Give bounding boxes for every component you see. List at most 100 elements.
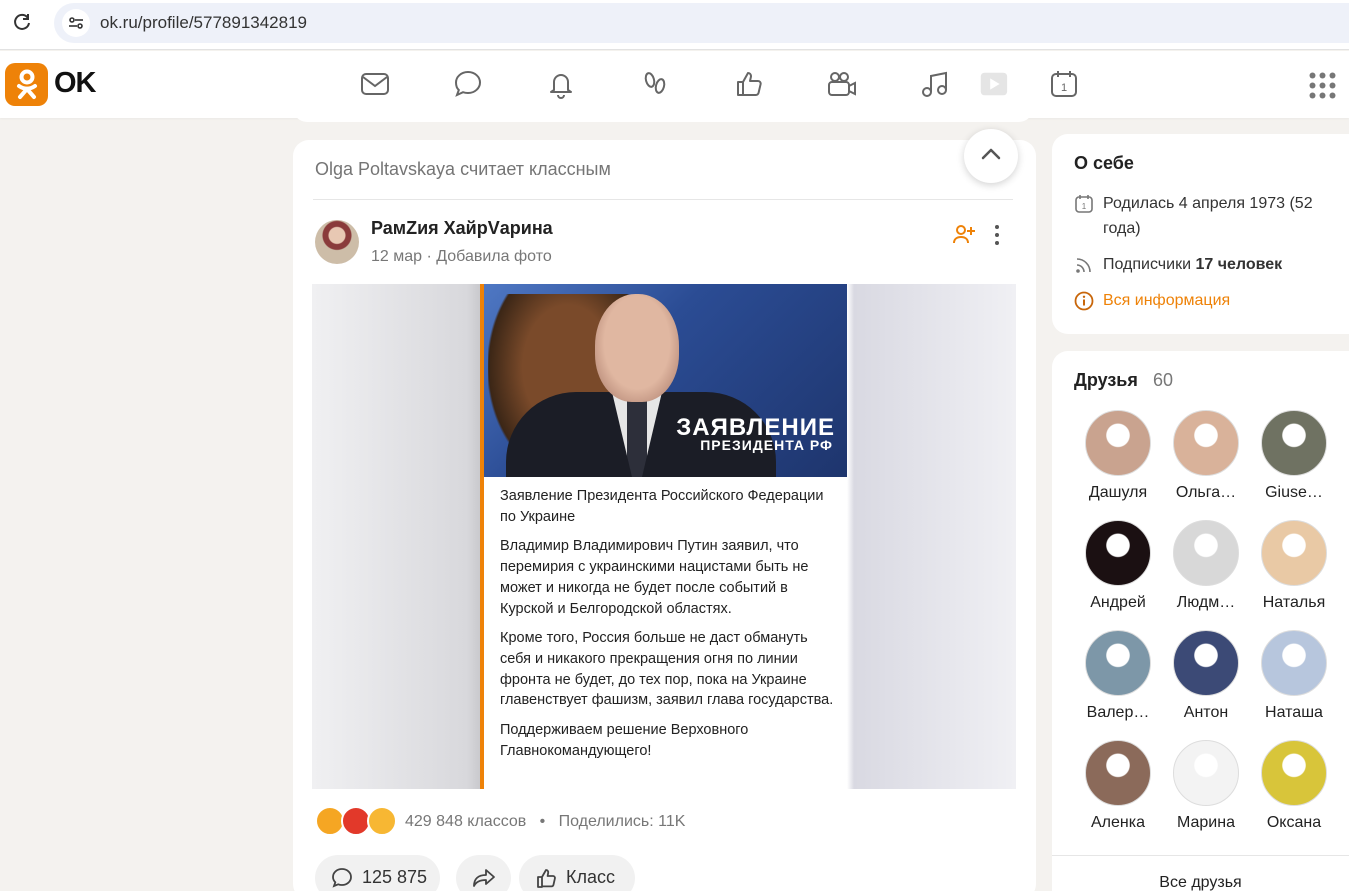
video-play-icon[interactable] <box>977 68 1011 100</box>
info-icon <box>1074 291 1094 311</box>
friend-name[interactable]: Наталья <box>1250 594 1338 612</box>
post-context-header[interactable]: Olga Poltavskaya считает классным <box>315 159 611 180</box>
apps-grid-icon[interactable] <box>1309 72 1336 99</box>
author-avatar[interactable] <box>315 220 359 264</box>
friend-avatar[interactable] <box>1261 410 1327 476</box>
all-info-link[interactable]: Вся информация <box>1074 288 1349 313</box>
add-friend-icon[interactable] <box>952 222 976 246</box>
post-meta: 12 мар · Добавила фото <box>371 248 552 265</box>
clap-reaction-icon <box>367 806 397 836</box>
music-icon[interactable] <box>919 68 951 100</box>
birthday-text: Родилась 4 апреля 1973 (52 года) <box>1103 195 1313 237</box>
friend-item[interactable]: Оксана <box>1250 740 1338 832</box>
about-panel: О себе 1 Родилась 4 апреля 1973 (52 года… <box>1052 134 1349 334</box>
friend-name[interactable]: Людм… <box>1162 594 1250 612</box>
friend-name[interactable]: Андрей <box>1074 594 1162 612</box>
photo-paragraph: Поддерживаем решение Верховного Главноко… <box>500 722 749 759</box>
logo-text[interactable]: OK <box>54 67 96 100</box>
friend-avatar[interactable] <box>1173 410 1239 476</box>
friend-item[interactable]: Наташа <box>1250 630 1338 722</box>
svg-text:1: 1 <box>1082 202 1087 211</box>
friend-item[interactable]: Антон <box>1162 630 1250 722</box>
friend-avatar[interactable] <box>1173 740 1239 806</box>
friend-avatar[interactable] <box>1173 630 1239 696</box>
reaction-stats: 429 848 классов • Поделились: 11K <box>405 813 685 831</box>
photo-subtitle: ПРЕЗИДЕНТА РФ <box>700 437 833 453</box>
scroll-to-top-button[interactable] <box>964 129 1018 183</box>
mail-icon[interactable] <box>359 68 391 100</box>
friend-avatar[interactable] <box>1085 520 1151 586</box>
shares-count[interactable]: Поделились: 11K <box>559 813 686 830</box>
browser-toolbar: ok.ru/profile/577891342819 <box>0 0 1349 50</box>
friend-name[interactable]: Валер… <box>1074 704 1162 722</box>
friend-item[interactable]: Giuse… <box>1250 410 1338 502</box>
site-info-icon[interactable] <box>62 9 90 37</box>
divider <box>1052 855 1349 856</box>
friend-avatar[interactable] <box>1085 740 1151 806</box>
friend-name[interactable]: Марина <box>1162 814 1250 832</box>
friend-avatar[interactable] <box>1261 520 1327 586</box>
calendar-icon[interactable]: 1 <box>1048 68 1080 100</box>
friend-avatar[interactable] <box>1085 630 1151 696</box>
post-photo[interactable]: ЗАЯВЛЕНИЕ ПРЕЗИДЕНТА РФ Заявление Презид… <box>312 284 1016 789</box>
all-info-text[interactable]: Вся информация <box>1074 288 1349 313</box>
photo-content: ЗАЯВЛЕНИЕ ПРЕЗИДЕНТА РФ Заявление Презид… <box>480 284 847 789</box>
friend-name[interactable]: Антон <box>1162 704 1250 722</box>
followers-row[interactable]: Подписчики 17 человек <box>1074 252 1349 277</box>
like-icon[interactable] <box>733 68 765 100</box>
all-friends-link[interactable]: Все друзья <box>1052 874 1349 891</box>
feed-post-card: Olga Poltavskaya считает классным РамZия… <box>293 129 1036 891</box>
reactions-count[interactable]: 429 848 классов <box>405 813 526 830</box>
divider <box>313 199 1013 200</box>
comment-button[interactable]: 125 875 <box>315 855 440 891</box>
friends-count: 60 <box>1153 370 1174 390</box>
previous-card-edge <box>293 108 1033 122</box>
share-button[interactable] <box>456 855 511 891</box>
friend-name[interactable]: Ольга… <box>1162 484 1250 502</box>
friend-avatar[interactable] <box>1085 410 1151 476</box>
friend-item[interactable]: Ольга… <box>1162 410 1250 502</box>
head-shape <box>595 294 679 402</box>
author-name[interactable]: РамZия ХайрVарина <box>371 218 553 239</box>
followers-label: Подписчики <box>1103 256 1192 273</box>
friend-item[interactable]: Аленка <box>1074 740 1162 832</box>
friend-item[interactable]: Валер… <box>1074 630 1162 722</box>
friend-item[interactable]: Дашуля <box>1074 410 1162 502</box>
guests-icon[interactable] <box>639 68 671 100</box>
friend-item[interactable]: Людм… <box>1162 520 1250 612</box>
birthday-row: 1 Родилась 4 апреля 1973 (52 года) <box>1074 191 1349 241</box>
photo-paragraph: Кроме того, Россия больше не даст обману… <box>500 630 834 709</box>
url-text[interactable]: ok.ru/profile/577891342819 <box>100 13 307 33</box>
reload-icon[interactable] <box>12 12 32 32</box>
video-camera-icon[interactable] <box>826 68 858 100</box>
dot-separator: • <box>530 813 555 830</box>
friend-item[interactable]: Андрей <box>1074 520 1162 612</box>
class-label: Класс <box>566 867 615 887</box>
friend-name[interactable]: Дашуля <box>1074 484 1162 502</box>
comment-count: 125 875 <box>362 867 428 887</box>
about-title: О себе <box>1074 153 1134 173</box>
friend-item[interactable]: Наталья <box>1250 520 1338 612</box>
address-bar[interactable]: ok.ru/profile/577891342819 <box>54 3 1349 43</box>
friend-name[interactable]: Giuse… <box>1250 484 1338 502</box>
calendar-icon: 1 <box>1075 195 1093 213</box>
photo-text: Заявление Президента Российского Федерац… <box>500 486 835 770</box>
photo-banner: ЗАЯВЛЕНИЕ ПРЕЗИДЕНТА РФ <box>484 284 847 477</box>
class-button[interactable]: Класс <box>519 855 635 891</box>
svg-text:1: 1 <box>1061 82 1067 94</box>
friend-avatar[interactable] <box>1261 630 1327 696</box>
friend-avatar[interactable] <box>1173 520 1239 586</box>
photo-paragraph: Владимир Владимирович Путин заявил, что … <box>500 538 809 617</box>
photo-paragraph: Заявление Президента Российского Федерац… <box>500 488 824 525</box>
friend-name[interactable]: Аленка <box>1074 814 1162 832</box>
more-options-icon[interactable] <box>993 224 1001 246</box>
friend-avatar[interactable] <box>1261 740 1327 806</box>
followers-text: Подписчики 17 человек <box>1074 252 1349 277</box>
friend-name[interactable]: Оксана <box>1250 814 1338 832</box>
friend-name[interactable]: Наташа <box>1250 704 1338 722</box>
chat-icon[interactable] <box>452 68 484 100</box>
ok-logo-icon[interactable] <box>5 63 48 106</box>
friend-item[interactable]: Марина <box>1162 740 1250 832</box>
bell-icon[interactable] <box>545 68 577 100</box>
friends-title[interactable]: Друзья <box>1074 370 1138 391</box>
